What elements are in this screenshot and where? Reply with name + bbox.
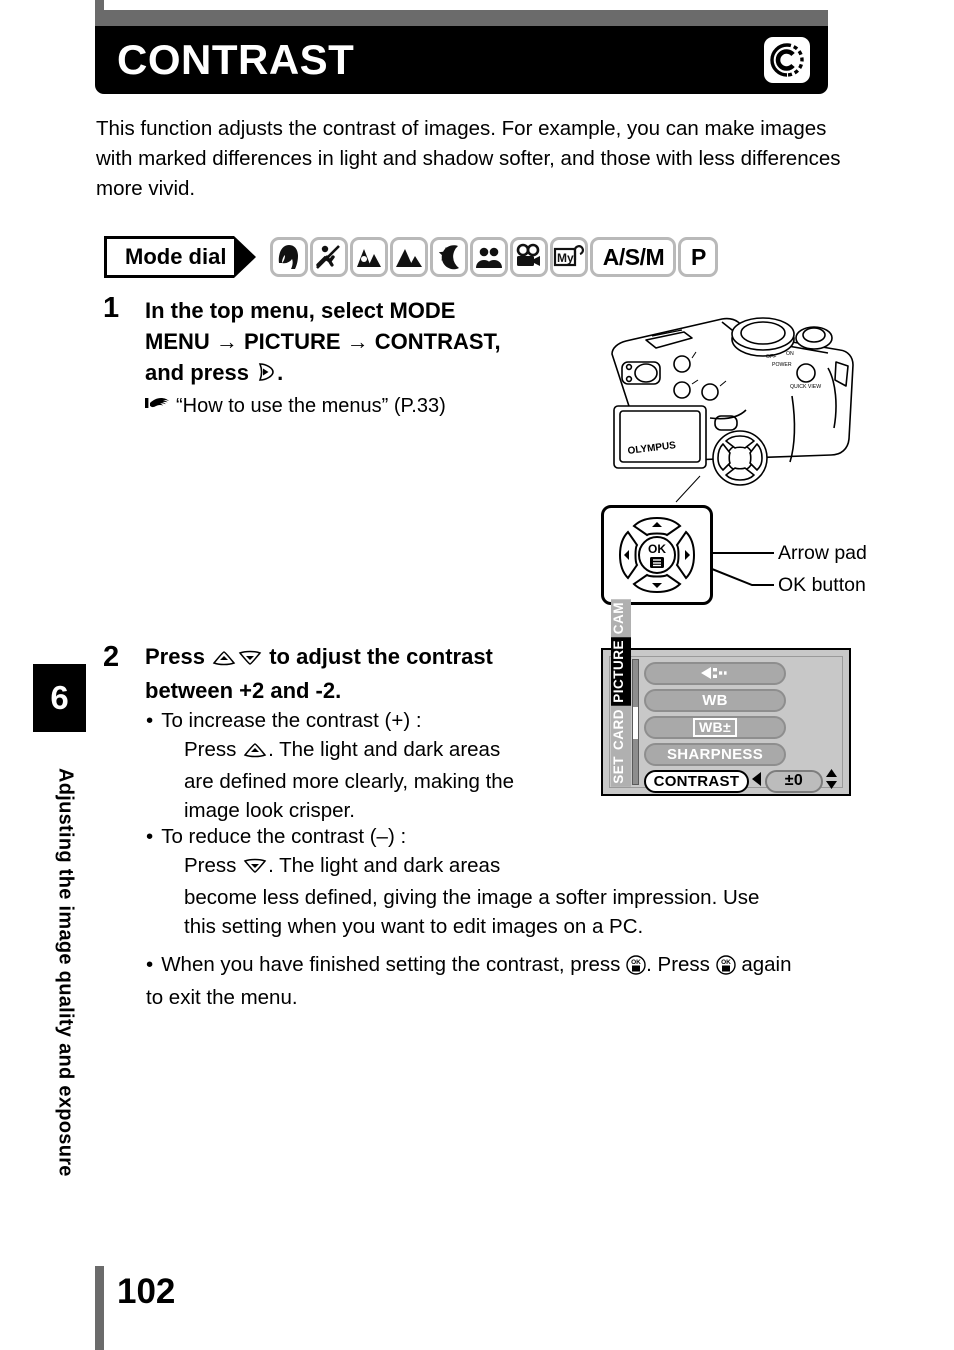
step-1-number: 1 <box>103 292 120 324</box>
lcd-tab-list: SET CARD PICTURE CAM <box>610 599 632 787</box>
mode-dial-label-flag: Mode dial <box>104 236 235 278</box>
lcd-item-quality[interactable] <box>644 661 838 685</box>
asm-mode-label: A/S/M <box>590 237 677 277</box>
mode-dial-arrow-tip <box>234 236 257 278</box>
white-balance-compensation-icon: WB± <box>644 715 786 739</box>
step-2-bullet-2: • To reduce the contrast (–) : Press . T… <box>146 822 866 941</box>
lcd-menu-screenshot: SET CARD PICTURE CAM WB WB± SHARPNESS CO… <box>601 599 851 796</box>
lcd-contrast-value: ±0 <box>764 769 823 793</box>
p-mode-label: P <box>678 237 719 277</box>
lcd-item-wb-compensation[interactable]: WB± <box>644 715 838 739</box>
svg-text:OFF: OFF <box>766 354 776 360</box>
night-scene-mode-icon <box>430 237 469 277</box>
landscape-portrait-mode-icon <box>350 237 389 277</box>
lcd-item-sharpness-label: SHARPNESS <box>644 742 786 766</box>
image-quality-icon <box>644 661 786 685</box>
arrow-pad-down-icon <box>237 644 263 675</box>
svg-text:ON: ON <box>786 351 794 357</box>
ok-button-icon: OK <box>626 954 646 983</box>
lcd-item-contrast[interactable]: CONTRAST ±0 <box>644 768 838 795</box>
step-2-heading-line1: Press to adjust the contrast <box>145 641 575 675</box>
arrow-pad-down-icon <box>242 854 268 883</box>
step-2-number: 2 <box>103 641 120 673</box>
chapter-title-vertical: Adjusting the image quality and exposure <box>54 768 77 1177</box>
lcd-item-wb-label: WB <box>644 688 786 712</box>
arrow-pad-callout: Arrow pad <box>778 542 867 564</box>
lcd-tab-cam[interactable]: CAM <box>611 599 631 638</box>
chapter-number-box: 6 <box>33 664 86 732</box>
lcd-item-contrast-label: CONTRAST <box>644 769 749 793</box>
step-2-bullet-2-body: Press . The light and dark areas become … <box>184 854 760 938</box>
bullet-marker: • <box>146 953 154 976</box>
svg-text:OK: OK <box>631 959 641 966</box>
lcd-item-wb[interactable]: WB <box>644 688 838 712</box>
lcd-menu-items: WB WB± SHARPNESS CONTRAST ±0 <box>644 661 838 793</box>
ok-button-callout: OK button <box>778 574 866 596</box>
bullet-marker: • <box>146 709 154 732</box>
landscape-mode-icon <box>390 237 429 277</box>
lcd-tab-picture[interactable]: PICTURE <box>611 637 631 707</box>
my-mode-icon: My <box>550 237 589 277</box>
up-down-triangles-icon <box>825 768 838 795</box>
final-note-line2: to exit the menu. <box>146 986 298 1009</box>
arrow-pad-right-icon <box>255 360 277 391</box>
final-note-post: again <box>741 953 792 976</box>
arrow-pad-up-icon <box>242 738 268 767</box>
page-number: 102 <box>117 1272 176 1311</box>
movie-mode-icon <box>510 237 549 277</box>
self-portrait-mode-icon <box>470 237 509 277</box>
step-1-heading-line2: MENU → PICTURE → CONTRAST, <box>145 329 501 354</box>
final-note-mid: . Press <box>646 953 710 976</box>
svg-text:POWER: POWER <box>772 362 792 368</box>
step-1-heading-line3: and press . <box>145 357 585 391</box>
sports-mode-icon <box>310 237 349 277</box>
step-2-bullet-1-label: To increase the contrast (+) : <box>161 709 422 732</box>
copyright-c-icon <box>764 37 810 83</box>
arrow-pad-detail-box: OK <box>601 505 713 605</box>
lcd-item-sharpness[interactable]: SHARPNESS <box>644 742 838 766</box>
mode-dial-row: Mode dial My A/S/M P <box>104 236 719 278</box>
step-2-heading: Press to adjust the contrast between +2 … <box>145 641 575 706</box>
mode-dial-label: Mode dial <box>125 244 227 269</box>
ok-button-icon: OK <box>715 954 736 983</box>
portrait-mode-icon <box>270 237 309 277</box>
page-header: CONTRAST <box>95 26 828 94</box>
lcd-tab-set[interactable]: SET <box>611 753 631 787</box>
lcd-tab-card[interactable]: CARD <box>611 706 631 754</box>
camera-callout-labels: Arrow pad OK button <box>706 505 867 605</box>
step-2-final-note: • When you have finished setting the con… <box>146 950 866 1012</box>
step-2-bullet-2-label: To reduce the contrast (–) : <box>161 825 407 848</box>
intro-paragraph: This function adjusts the contrast of im… <box>96 117 841 200</box>
svg-text:QUICK VIEW: QUICK VIEW <box>790 384 821 390</box>
page-title: CONTRAST <box>117 36 355 83</box>
step-1-heading-line1: In the top menu, select MODE <box>145 298 456 323</box>
svg-text:OK: OK <box>721 959 731 966</box>
arrow-pad-up-icon <box>211 644 237 675</box>
camera-illustration: OLYMPUS OFF ON POWER QUICK VIEW <box>600 296 858 511</box>
step-2-bullet-1: • To increase the contrast (+) : Press .… <box>146 706 566 825</box>
step-2-heading-line2: between +2 and -2. <box>145 678 342 703</box>
lcd-scrollbar-thumb[interactable] <box>633 707 638 740</box>
svg-text:My: My <box>557 251 574 265</box>
lcd-scrollbar[interactable] <box>632 659 639 785</box>
step-1-reference-text: “How to use the menus” (P.33) <box>176 395 446 417</box>
left-triangle-icon <box>751 771 763 792</box>
final-note-pre: When you have finished setting the contr… <box>161 953 621 976</box>
svg-text:OK: OK <box>648 542 666 556</box>
step-1-heading: In the top menu, select MODE MENU → PICT… <box>145 295 585 391</box>
step-1-reference: “How to use the menus” (P.33) <box>145 392 446 420</box>
bullet-marker: • <box>146 825 154 848</box>
step-2-bullet-1-body: Press . The light and dark areas are def… <box>184 738 515 822</box>
pointing-hand-icon <box>145 392 171 420</box>
